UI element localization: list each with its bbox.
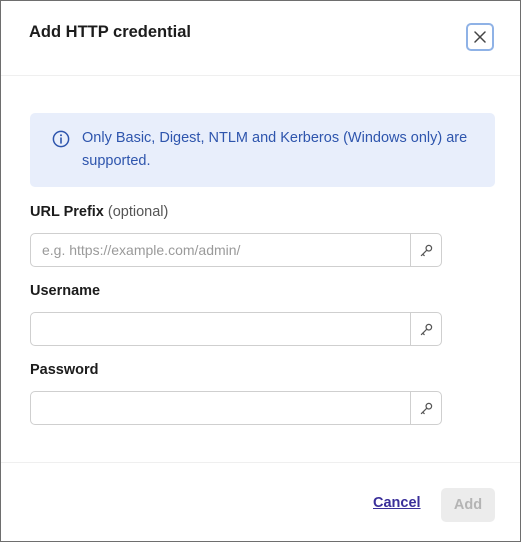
username-input[interactable] bbox=[31, 313, 411, 345]
key-icon bbox=[420, 402, 432, 414]
url-prefix-label: URL Prefix (optional) bbox=[30, 204, 168, 220]
dialog-footer: Cancel Add bbox=[1, 462, 520, 541]
dialog-header: Add HTTP credential bbox=[1, 1, 520, 76]
password-input[interactable] bbox=[31, 392, 411, 424]
add-button[interactable]: Add bbox=[441, 488, 495, 522]
password-field bbox=[30, 391, 442, 425]
add-http-credential-dialog: Add HTTP credential Only Basic, Digest, … bbox=[0, 0, 521, 542]
key-icon bbox=[420, 244, 432, 256]
key-icon bbox=[420, 323, 432, 335]
close-icon bbox=[474, 31, 486, 43]
url-prefix-field bbox=[30, 233, 442, 267]
username-label: Username bbox=[30, 283, 101, 299]
url-prefix-key-button[interactable] bbox=[410, 234, 441, 266]
info-banner: Only Basic, Digest, NTLM and Kerberos (W… bbox=[30, 113, 495, 187]
close-button[interactable] bbox=[466, 23, 494, 51]
username-key-button[interactable] bbox=[410, 313, 441, 345]
info-icon bbox=[52, 130, 70, 148]
username-field bbox=[30, 312, 442, 346]
info-text: Only Basic, Digest, NTLM and Kerberos (W… bbox=[82, 130, 468, 169]
cancel-button[interactable]: Cancel bbox=[373, 495, 421, 511]
password-key-button[interactable] bbox=[410, 392, 441, 424]
dialog-title: Add HTTP credential bbox=[29, 23, 191, 41]
password-label: Password bbox=[30, 362, 99, 378]
url-prefix-label-text: URL Prefix bbox=[30, 204, 104, 220]
url-prefix-input[interactable] bbox=[31, 234, 411, 266]
optional-label: (optional) bbox=[107, 204, 169, 220]
